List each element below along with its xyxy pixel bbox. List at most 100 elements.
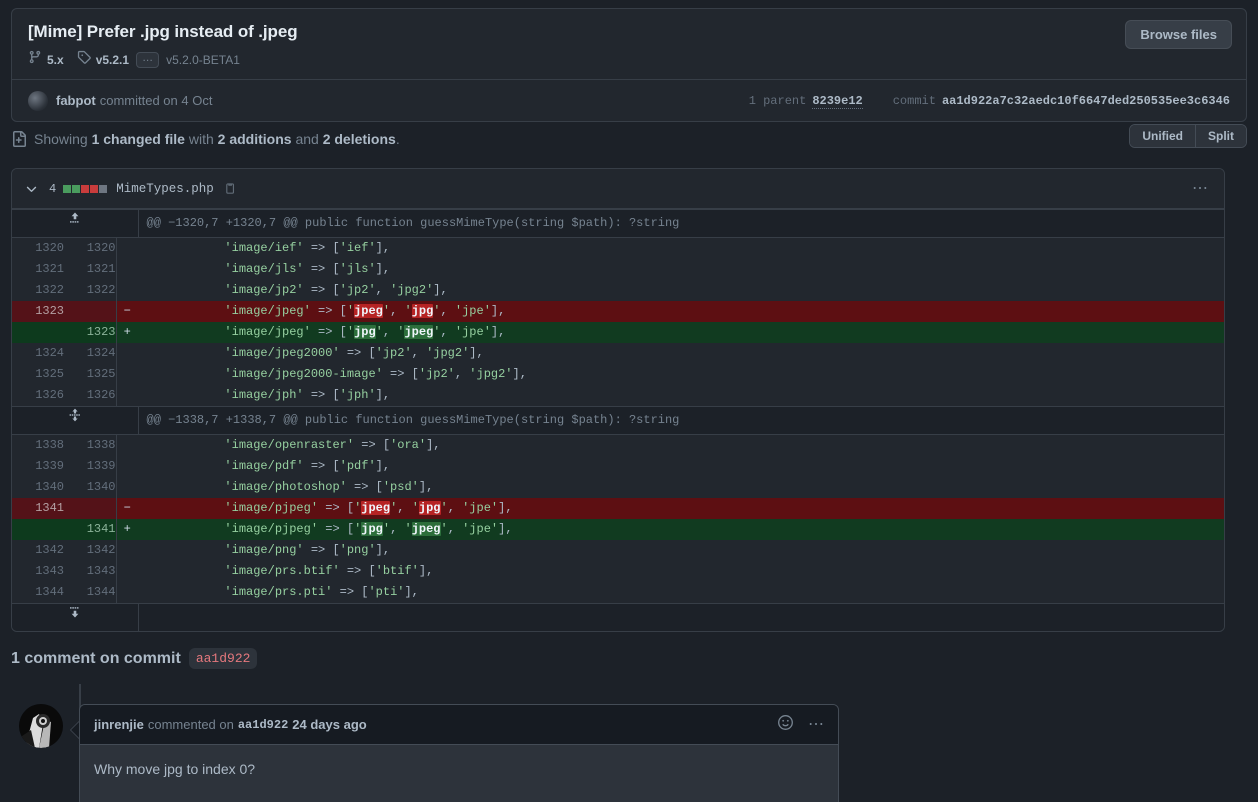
old-line-number[interactable]: 1342 <box>12 540 64 561</box>
diff-line-ctx: 1344 1344 'image/prs.pti' => ['pti'], <box>12 582 1224 604</box>
diff-stat-square <box>63 184 72 193</box>
diff-code[interactable]: 'image/prs.btif' => ['btif'], <box>138 561 1224 582</box>
old-line-number[interactable]: 1343 <box>12 561 64 582</box>
old-line-number[interactable]: 1324 <box>12 343 64 364</box>
old-line-number[interactable]: 1320 <box>12 237 64 259</box>
hunk-expand-button[interactable] <box>12 209 139 238</box>
summary-prefix: Showing <box>34 131 88 147</box>
new-line-number[interactable]: 1344 <box>64 582 117 604</box>
old-line-number[interactable]: 1341 <box>12 498 64 519</box>
diff-code[interactable]: 'image/pjpeg' => ['jpeg', 'jpg', 'jpe'], <box>138 498 1224 519</box>
old-line-number[interactable]: 1326 <box>12 385 64 407</box>
diff-code[interactable]: 'image/photoshop' => ['psd'], <box>138 477 1224 498</box>
diff-code[interactable]: 'image/openraster' => ['ora'], <box>138 434 1224 456</box>
old-line-number[interactable]: 1339 <box>12 456 64 477</box>
new-line-number[interactable] <box>64 301 117 322</box>
hunk-header-text: @@ −1338,7 +1338,7 @@ public function gu… <box>138 406 1224 435</box>
diff-code[interactable]: 'image/pdf' => ['pdf'], <box>138 456 1224 477</box>
diff-line-add: 1323 + 'image/jpeg' => ['jpg', 'jpeg', 'j… <box>12 322 1224 343</box>
old-line-number[interactable]: 1338 <box>12 434 64 456</box>
new-line-number[interactable]: 1323 <box>64 322 117 343</box>
diff-code[interactable]: 'image/jpeg2000-image' => ['jp2', 'jpg2'… <box>138 364 1224 385</box>
diff-marker: − <box>116 301 138 322</box>
new-line-number[interactable]: 1322 <box>64 280 117 301</box>
new-line-number[interactable]: 1343 <box>64 561 117 582</box>
new-line-number[interactable]: 1339 <box>64 456 117 477</box>
old-line-number[interactable]: 1344 <box>12 582 64 604</box>
chevron-down-icon[interactable] <box>24 181 39 196</box>
new-line-number[interactable]: 1326 <box>64 385 117 407</box>
diff-code[interactable]: 'image/jls' => ['jls'], <box>138 259 1224 280</box>
new-line-number[interactable]: 1325 <box>64 364 117 385</box>
diff-marker <box>116 364 138 385</box>
file-options-kebab[interactable]: ⋯ <box>1192 180 1210 196</box>
diff-stat-square <box>81 184 90 193</box>
file-name[interactable]: MimeTypes.php <box>116 182 214 196</box>
diff-marker <box>116 238 138 260</box>
copy-path-icon[interactable] <box>224 182 238 196</box>
diff-marker <box>116 540 138 561</box>
parent-sha-link[interactable]: 8239e12 <box>812 94 863 109</box>
new-line-number[interactable]: 1324 <box>64 343 117 364</box>
new-line-number[interactable] <box>64 498 117 519</box>
browse-files-button[interactable]: Browse files <box>1125 20 1232 49</box>
comments-heading-sha[interactable]: aa1d922 <box>188 648 258 669</box>
diff-marker <box>116 582 138 604</box>
diff-view-toggle: Unified Split <box>1129 124 1247 148</box>
new-line-number[interactable]: 1340 <box>64 477 117 498</box>
new-line-number[interactable]: 1320 <box>64 237 117 259</box>
file-change-count: 4 <box>49 181 57 196</box>
tag-ref[interactable]: v5.2.1 <box>77 50 129 69</box>
old-line-number[interactable]: 1323 <box>12 301 64 322</box>
diff-code[interactable]: 'image/png' => ['png'], <box>138 540 1224 561</box>
comment-author[interactable]: jinrenjie <box>94 717 144 732</box>
diff-code[interactable]: 'image/jpeg' => ['jpg', 'jpeg', 'jpe'], <box>138 322 1224 343</box>
commit-title: [Mime] Prefer .jpg instead of .jpeg <box>28 22 298 41</box>
new-line-number[interactable]: 1342 <box>64 540 117 561</box>
comment-sha[interactable]: aa1d922 <box>238 718 288 732</box>
new-line-number[interactable]: 1338 <box>64 434 117 456</box>
diff-marker <box>116 385 138 407</box>
diff-code[interactable]: 'image/jpeg' => ['jpeg', 'jpg', 'jpe'], <box>138 301 1224 322</box>
old-line-number[interactable]: 1340 <box>12 477 64 498</box>
old-line-number[interactable] <box>12 519 64 540</box>
diff-code[interactable]: 'image/prs.pti' => ['pti'], <box>138 582 1224 604</box>
commit-page: [Mime] Prefer .jpg instead of .jpeg 5.x … <box>0 0 1258 802</box>
comment-card: jinrenjie commented on aa1d922 24 days a… <box>79 704 839 802</box>
new-line-number[interactable]: 1341 <box>64 519 117 540</box>
comment-action: commented on <box>147 717 234 732</box>
diff-code[interactable]: 'image/jpeg2000' => ['jp2', 'jpg2'], <box>138 343 1224 364</box>
new-line-number[interactable]: 1321 <box>64 259 117 280</box>
old-line-number[interactable]: 1321 <box>12 259 64 280</box>
split-view-button[interactable]: Split <box>1195 125 1246 147</box>
old-line-number[interactable]: 1322 <box>12 280 64 301</box>
diff-code[interactable]: 'image/pjpeg' => ['jpg', 'jpeg', 'jpe'], <box>138 519 1224 540</box>
more-refs-button[interactable]: … <box>136 51 160 68</box>
hunk-expand-down-button[interactable] <box>12 603 139 631</box>
old-line-number[interactable]: 1325 <box>12 364 64 385</box>
hunk-header-row: @@ −1320,7 +1320,7 @@ public function gu… <box>12 209 1224 238</box>
diff-code[interactable]: 'image/ief' => ['ief'], <box>138 237 1224 259</box>
comment-options-kebab[interactable]: ⋯ <box>808 716 826 732</box>
emoji-reaction-icon[interactable] <box>777 714 794 736</box>
summary-period: . <box>395 131 400 147</box>
commit-sha-value[interactable]: aa1d922a7c32aedc10f6647ded250535ee3c6346 <box>942 94 1230 108</box>
branch-ref[interactable]: 5.x <box>28 50 64 69</box>
diff-summary-text: Showing 1 changed file with 2 additions … <box>34 131 400 147</box>
avatar[interactable] <box>19 704 63 748</box>
tag-name-secondary: v5.2.0-BETA1 <box>166 52 240 67</box>
commit-label: commit <box>892 94 936 108</box>
diff-code[interactable]: 'image/jp2' => ['jp2', 'jpg2'], <box>138 280 1224 301</box>
hunk-tail-spacer <box>138 603 1224 631</box>
old-line-number[interactable] <box>12 322 64 343</box>
branch-icon <box>28 50 42 69</box>
commit-date: committed on 4 Oct <box>99 93 213 108</box>
commit-author[interactable]: fabpot <box>56 93 96 108</box>
hunk-expand-button[interactable] <box>12 406 139 435</box>
diff-marker: + <box>116 519 138 540</box>
comment-header-actions: ⋯ <box>777 714 826 736</box>
author-avatar[interactable] <box>28 90 48 111</box>
diff-code[interactable]: 'image/jph' => ['jph'], <box>138 385 1224 407</box>
unified-view-button[interactable]: Unified <box>1130 125 1195 147</box>
commit-header-top: [Mime] Prefer .jpg instead of .jpeg 5.x … <box>12 9 1246 79</box>
